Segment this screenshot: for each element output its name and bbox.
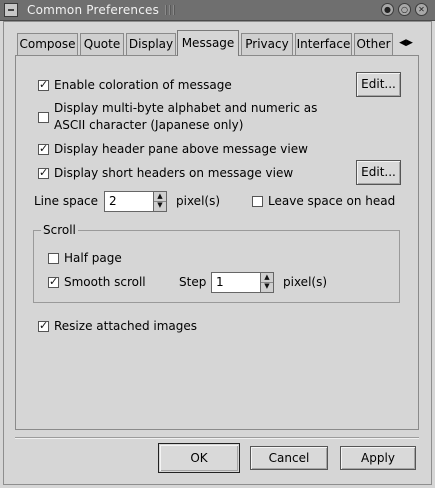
- half-page-checkbox[interactable]: [48, 253, 59, 264]
- step-label: Step: [179, 275, 207, 289]
- line-space-value: 2: [109, 194, 117, 208]
- short-headers-checkbox[interactable]: [38, 166, 49, 179]
- line-space-label: Line space: [34, 194, 99, 208]
- multibyte-ascii-label-line2: ASCII character (Japanese only): [54, 118, 244, 132]
- tab-scroll-arrows[interactable]: ◀▶: [395, 34, 417, 52]
- step-unit: pixel(s): [283, 275, 328, 289]
- close-icon[interactable]: ✕: [415, 3, 428, 16]
- step-value: 1: [216, 275, 224, 289]
- header-pane-checkbox[interactable]: [38, 142, 49, 155]
- leave-space-checkbox[interactable]: [252, 196, 263, 207]
- half-page-label: Half page: [64, 251, 122, 265]
- tab-other[interactable]: Other: [354, 33, 393, 55]
- ok-button[interactable]: OK: [158, 443, 240, 473]
- step-stepper[interactable]: ▲ ▼: [260, 272, 274, 293]
- cancel-button[interactable]: Cancel: [250, 446, 328, 470]
- multibyte-ascii-label-line1: Display multi-byte alphabet and numeric …: [54, 101, 318, 115]
- header-pane-label: Display header pane above message view: [54, 142, 308, 156]
- tab-scroll-right-icon[interactable]: ▶: [406, 38, 413, 48]
- leave-space-label: Leave space on head: [268, 194, 396, 208]
- tab-compose[interactable]: Compose: [17, 33, 78, 55]
- tab-display[interactable]: Display: [126, 33, 176, 55]
- button-separator: [15, 437, 419, 439]
- window-menu-icon[interactable]: [4, 3, 18, 17]
- smooth-scroll-label: Smooth scroll: [64, 275, 146, 289]
- scroll-group-title: Scroll: [41, 223, 78, 237]
- coloration-edit-button[interactable]: Edit...: [356, 72, 401, 97]
- enable-coloration-label: Enable coloration of message: [54, 78, 232, 92]
- resize-images-label: Resize attached images: [54, 319, 198, 333]
- line-space-stepper[interactable]: ▲ ▼: [153, 191, 167, 212]
- tab-interface[interactable]: Interface: [295, 33, 352, 55]
- short-headers-edit-button[interactable]: Edit...: [356, 160, 401, 185]
- title-grip: [165, 5, 365, 15]
- spin-down-icon[interactable]: ▼: [154, 201, 166, 210]
- enable-coloration-checkbox[interactable]: [38, 78, 49, 91]
- close-glyph: ✕: [418, 5, 425, 14]
- multibyte-ascii-checkbox[interactable]: [38, 112, 49, 123]
- tab-message[interactable]: Message: [177, 30, 239, 56]
- tab-scroll-left-icon[interactable]: ◀: [399, 38, 406, 48]
- maximize-glyph: ○: [401, 5, 408, 14]
- maximize-icon[interactable]: ○: [398, 3, 411, 16]
- minimize-icon[interactable]: ●: [381, 3, 394, 16]
- minimize-glyph: ●: [384, 5, 391, 14]
- resize-images-checkbox[interactable]: [38, 319, 49, 332]
- spin-down-icon[interactable]: ▼: [261, 282, 273, 291]
- apply-button[interactable]: Apply: [340, 446, 416, 470]
- tab-privacy[interactable]: Privacy: [241, 33, 293, 55]
- smooth-scroll-checkbox[interactable]: [48, 275, 59, 288]
- tab-quote[interactable]: Quote: [80, 33, 124, 55]
- window-title: Common Preferences: [27, 3, 160, 17]
- line-space-input[interactable]: 2: [104, 191, 154, 212]
- line-space-unit: pixel(s): [176, 194, 221, 208]
- short-headers-label: Display short headers on message view: [54, 166, 294, 180]
- step-input[interactable]: 1: [211, 272, 261, 293]
